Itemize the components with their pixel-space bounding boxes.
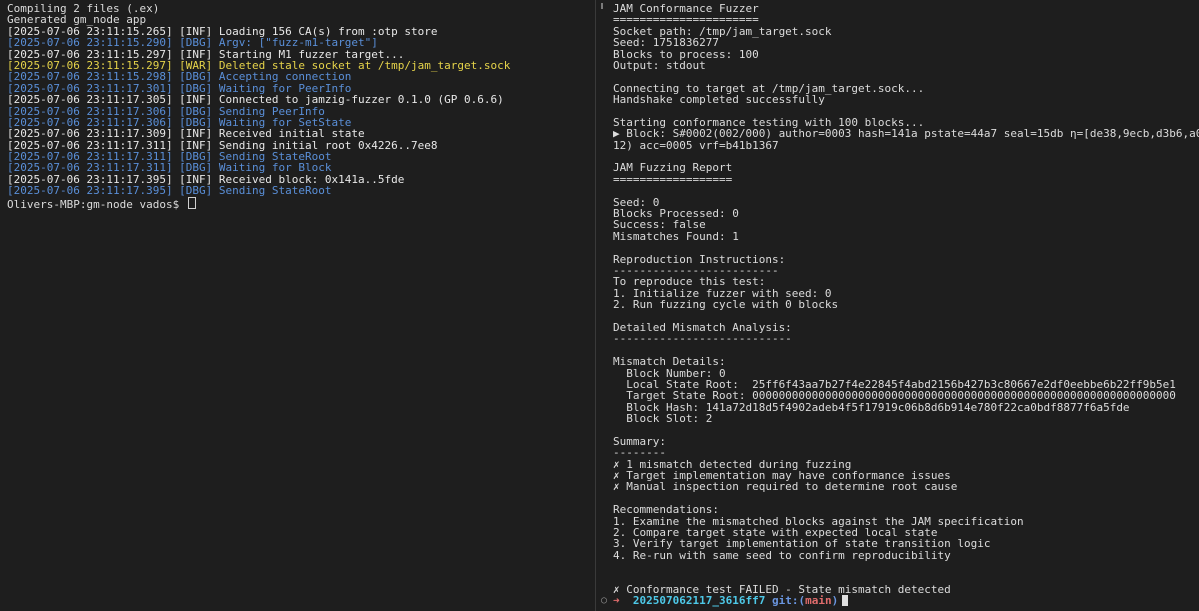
prompt-git-label: git:(: [771, 594, 806, 608]
text-cursor: [842, 595, 849, 607]
right-terminal-pane[interactable]: JAM Conformance Fuzzer ==================…: [596, 0, 1199, 611]
output-line: Target State Root: 000000000000000000000…: [613, 389, 1176, 403]
terminal-split-view: Compiling 2 files (.ex) Generated gm_node…: [0, 0, 1199, 611]
text-cursor: [187, 196, 196, 209]
output-line: Mismatch Details:: [613, 355, 726, 369]
output-line: ▶ Block: S#0002(002/000) author=0003 has…: [613, 127, 1199, 141]
prompt-branch: main: [805, 594, 832, 608]
output-line: 2. Run fuzzing cycle with 0 blocks: [613, 298, 839, 312]
shell-prompt: Olivers-MBP:gm-node vados$: [7, 197, 186, 211]
output-line: Mismatches Found: 1: [613, 229, 739, 243]
output-line: --------: [613, 446, 666, 460]
output-line: Block Slot: 2: [613, 412, 713, 426]
log-line: [2025-07-06 23:11:15.290] [DBG] Argv: ["…: [7, 36, 378, 50]
output-line: ---------------------------: [613, 332, 792, 346]
output-line: 4. Re-run with same seed to confirm repr…: [613, 548, 951, 562]
output-line: Seed: 1751836277: [613, 36, 719, 50]
status-circle-icon: ○: [601, 595, 608, 607]
shell-prompt-line[interactable]: Olivers-MBP:gm-node vados$: [7, 196, 595, 211]
log-line: [2025-07-06 23:11:17.305] [INF] Connecte…: [7, 93, 504, 107]
output-line: Summary:: [613, 434, 666, 448]
prompt-arrow-icon: ➜: [613, 594, 620, 608]
output-line: Recommendations:: [613, 503, 719, 517]
prompt-git-close: ): [831, 594, 839, 608]
output-line: Handshake completed successfully: [613, 93, 825, 107]
output-line: ✗ Manual inspection required to determin…: [613, 480, 958, 494]
prompt-directory: 202507062117_3616ff7: [632, 594, 766, 608]
output-line: 12) acc=0005 vrf=b41b1367: [613, 138, 779, 152]
log-line: [2025-07-06 23:11:17.309] [INF] Received…: [7, 127, 365, 141]
log-line: [2025-07-06 23:11:17.395] [DBG] Sending …: [7, 184, 332, 198]
zsh-prompt-line[interactable]: ○ ➜ 202507062117_3616ff7 git:(main): [601, 594, 1199, 608]
gutter-marker: [601, 3, 603, 9]
output-line: ==================: [613, 172, 733, 186]
left-terminal-pane[interactable]: Compiling 2 files (.ex) Generated gm_node…: [0, 0, 595, 611]
output-line: Output: stdout: [613, 58, 706, 72]
